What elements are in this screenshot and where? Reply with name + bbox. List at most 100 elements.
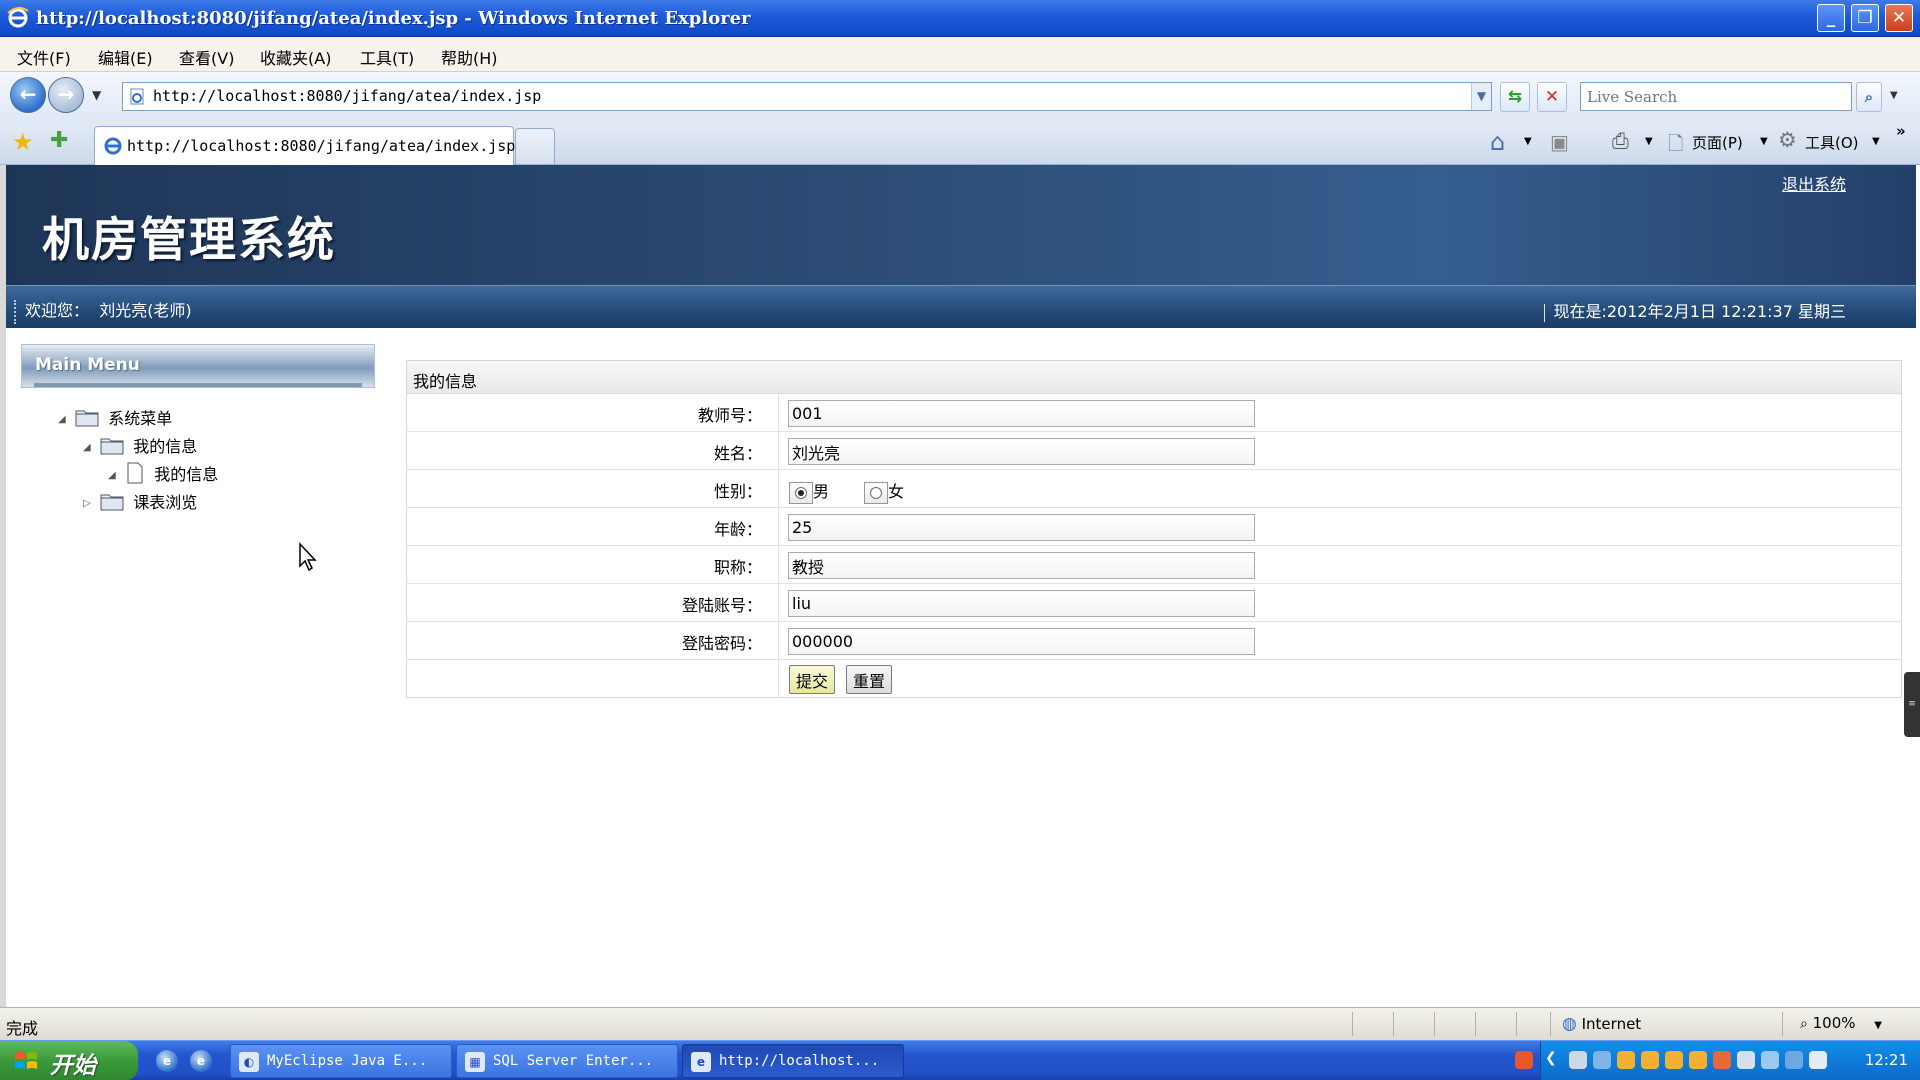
add-favorite-icon[interactable]: ✚ bbox=[50, 128, 68, 153]
age-input[interactable] bbox=[788, 514, 1255, 541]
tree-toggle-icon[interactable]: ◢ bbox=[108, 470, 120, 481]
zoom-icon: ⌕ bbox=[1800, 1016, 1808, 1032]
menu-help[interactable]: 帮助(H) bbox=[441, 45, 498, 69]
new-tab-button[interactable] bbox=[515, 128, 555, 164]
print-icon[interactable]: ⎙ bbox=[1612, 129, 1629, 154]
menu-favorites[interactable]: 收藏夹(A) bbox=[260, 45, 331, 69]
search-options-icon[interactable]: ▼ bbox=[1890, 90, 1898, 101]
security-zone[interactable]: ◍ Internet bbox=[1562, 1014, 1641, 1034]
task-ie-localhost[interactable]: e http://localhost... bbox=[682, 1044, 904, 1078]
side-panel-handle[interactable]: ≡ bbox=[1904, 672, 1920, 737]
label-cell: 性别： bbox=[407, 470, 779, 507]
stop-icon: ✕ bbox=[1544, 87, 1560, 107]
address-dropdown-icon[interactable]: ▼ bbox=[1471, 83, 1491, 110]
tray-network-icon[interactable] bbox=[1569, 1051, 1587, 1069]
my-info-form: 我的信息 教师号： 姓名： 性别： 男 女 年龄： 职称： 登 bbox=[406, 360, 1902, 698]
tray-app-icon[interactable] bbox=[1737, 1051, 1755, 1069]
tray-qq-icon[interactable] bbox=[1617, 1051, 1635, 1069]
gender-label: 性别： bbox=[713, 482, 762, 501]
refresh-button[interactable]: ⇆ bbox=[1500, 82, 1530, 112]
forward-button[interactable]: → bbox=[48, 77, 84, 113]
home-icon[interactable]: ⌂ bbox=[1490, 128, 1505, 156]
tray-qq-icon[interactable] bbox=[1689, 1051, 1707, 1069]
form-row-age: 年龄： bbox=[407, 508, 1901, 546]
datetime-text: 现在是:2012年2月1日 12:21:37 星期三 bbox=[1553, 302, 1846, 321]
chevron-more-icon[interactable]: » bbox=[1896, 122, 1906, 140]
job-title-input[interactable] bbox=[788, 552, 1255, 579]
back-arrow-icon: ← bbox=[19, 82, 37, 106]
address-input[interactable] bbox=[153, 83, 1453, 110]
menu-edit[interactable]: 编辑(E) bbox=[98, 45, 153, 69]
folder-icon bbox=[100, 438, 124, 454]
feeds-icon[interactable]: ▣ bbox=[1550, 130, 1569, 154]
tools-dropdown-icon[interactable]: ▼ bbox=[1872, 136, 1880, 147]
logout-link[interactable]: 退出系统 bbox=[1782, 171, 1846, 195]
restore-button[interactable]: ❐ bbox=[1851, 4, 1879, 32]
tree-node-my-info-page[interactable]: ◢ 我的信息 bbox=[108, 461, 218, 485]
stop-button[interactable]: ✕ bbox=[1537, 82, 1567, 112]
tray-security-icon[interactable] bbox=[1713, 1051, 1731, 1069]
tree-toggle-icon[interactable]: ◢ bbox=[83, 442, 95, 453]
minimize-button[interactable]: _ bbox=[1817, 4, 1845, 32]
label-cell: 年龄： bbox=[407, 508, 779, 545]
form-row-title: 职称： bbox=[407, 546, 1901, 584]
menu-tools[interactable]: 工具(T) bbox=[360, 45, 414, 69]
gender-female-option[interactable]: 女 bbox=[864, 478, 904, 504]
teacher-id-input[interactable] bbox=[788, 400, 1255, 427]
status-divider bbox=[1516, 1012, 1517, 1036]
search-input[interactable] bbox=[1580, 82, 1852, 111]
tray-qq-icon[interactable] bbox=[1665, 1051, 1683, 1069]
menu-view[interactable]: 查看(V) bbox=[179, 45, 234, 69]
page-dropdown-icon[interactable]: ▼ bbox=[1760, 136, 1768, 147]
site-header: 退出系统 机房管理系统 bbox=[6, 165, 1916, 285]
tray-shield-icon[interactable] bbox=[1809, 1051, 1827, 1069]
name-input[interactable] bbox=[788, 438, 1255, 465]
sql-server-icon: ▦ bbox=[465, 1052, 485, 1072]
tray-app-icon[interactable] bbox=[1593, 1051, 1611, 1069]
tab-localhost[interactable]: http://localhost:8080/jifang/atea/index.… bbox=[94, 126, 515, 165]
account-label: 登陆账号： bbox=[681, 596, 762, 615]
tree-toggle-icon[interactable]: ▷ bbox=[83, 498, 95, 509]
system-tray: ❮ 12:21 bbox=[1515, 1041, 1920, 1080]
tree-toggle-icon[interactable]: ◢ bbox=[58, 414, 70, 425]
quicklaunch-ie-icon[interactable]: e bbox=[190, 1050, 212, 1072]
zoom-control[interactable]: ⌕ 100% ▼ bbox=[1800, 1014, 1882, 1032]
reset-button[interactable]: 重置 bbox=[846, 665, 893, 694]
gender-male-option[interactable]: 男 bbox=[789, 478, 829, 504]
search-button[interactable]: ⌕ bbox=[1856, 82, 1882, 112]
tree-label: 我的信息 bbox=[154, 465, 219, 484]
welcome-text: 欢迎您： 刘光亮(老师) bbox=[14, 297, 192, 324]
window-title-bar[interactable]: http://localhost:8080/jifang/atea/index.… bbox=[0, 0, 1920, 37]
sogou-input-icon[interactable] bbox=[1515, 1051, 1533, 1069]
tree-node-schedule[interactable]: ▷ 课表浏览 bbox=[83, 489, 197, 513]
close-button[interactable]: ✕ bbox=[1885, 4, 1913, 32]
address-bar[interactable]: ▼ bbox=[122, 82, 1492, 111]
task-sql-server[interactable]: ▦ SQL Server Enter... bbox=[456, 1044, 678, 1078]
tree-node-system-menu[interactable]: ◢ 系统菜单 bbox=[58, 405, 172, 429]
page-menu[interactable]: 页面(P) bbox=[1692, 132, 1743, 153]
gender-male-radio[interactable] bbox=[789, 481, 813, 504]
gender-female-radio[interactable] bbox=[864, 481, 888, 504]
print-dropdown-icon[interactable]: ▼ bbox=[1645, 136, 1653, 147]
tree-label: 我的信息 bbox=[133, 437, 198, 456]
tools-menu[interactable]: 工具(O) bbox=[1805, 132, 1859, 153]
history-dropdown-icon[interactable]: ▼ bbox=[92, 88, 101, 102]
tray-volume-icon[interactable] bbox=[1761, 1051, 1779, 1069]
quicklaunch-desktop-icon[interactable]: e bbox=[156, 1050, 178, 1072]
back-button[interactable]: ← bbox=[10, 77, 46, 113]
zoom-dropdown-icon[interactable]: ▼ bbox=[1874, 1020, 1882, 1031]
task-myeclipse[interactable]: ◐ MyEclipse Java E... bbox=[230, 1044, 452, 1078]
tree-node-my-info-folder[interactable]: ◢ 我的信息 bbox=[83, 433, 197, 457]
start-button[interactable]: 开始 bbox=[0, 1041, 138, 1080]
account-input[interactable] bbox=[788, 590, 1255, 617]
tray-display-icon[interactable] bbox=[1785, 1051, 1803, 1069]
tray-collapse-icon[interactable]: ❮ bbox=[1545, 1050, 1557, 1066]
tray-qq-icon[interactable] bbox=[1641, 1051, 1659, 1069]
menu-file[interactable]: 文件(F) bbox=[17, 45, 71, 69]
form-row-password: 登陆密码： bbox=[407, 622, 1901, 660]
label-cell: 登陆密码： bbox=[407, 622, 779, 659]
home-dropdown-icon[interactable]: ▼ bbox=[1524, 136, 1532, 147]
submit-button[interactable]: 提交 bbox=[789, 665, 836, 694]
favorites-star-icon[interactable]: ★ bbox=[12, 128, 34, 156]
password-input[interactable] bbox=[788, 628, 1255, 655]
